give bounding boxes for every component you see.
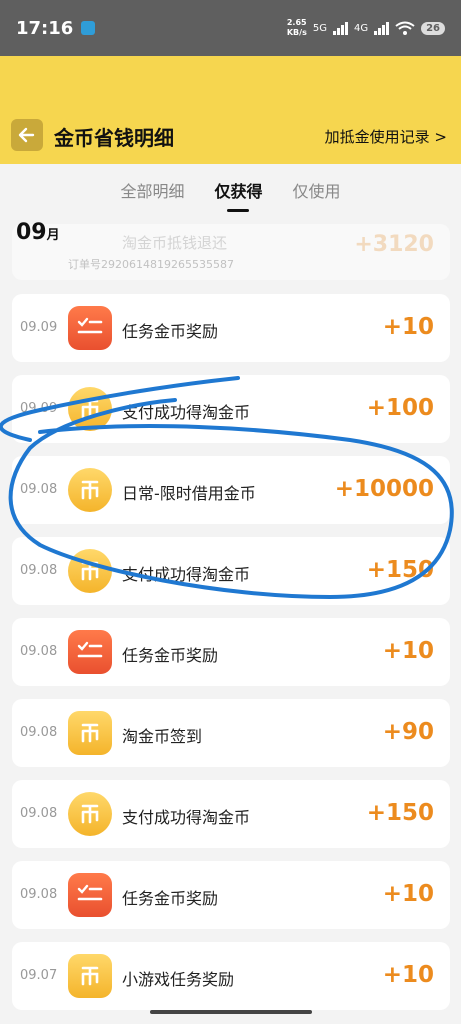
item-date: 09.08 bbox=[20, 482, 58, 497]
item-date: 09.07 bbox=[20, 968, 58, 983]
home-indicator[interactable] bbox=[150, 1010, 312, 1014]
item-date: 09.09 bbox=[20, 401, 58, 416]
item-date: 09.08 bbox=[20, 563, 58, 578]
status-right: 2.65 KB/s 5G 4G 26 bbox=[287, 18, 445, 38]
tab-bar: 全部明细 仅获得 仅使用 bbox=[0, 164, 461, 216]
app-notification-icon bbox=[81, 21, 96, 35]
coin-icon bbox=[68, 468, 112, 512]
signal-icon-2 bbox=[374, 21, 390, 35]
status-time: 17:16 bbox=[16, 17, 74, 39]
battery-indicator: 26 bbox=[421, 21, 445, 35]
header: 金币省钱明细 加抵金使用记录 > bbox=[0, 56, 461, 164]
list-item[interactable]: 09.07 小游戏任务奖励 +10 bbox=[12, 942, 450, 1010]
task-icon bbox=[68, 306, 112, 350]
net-5g-label: 5G bbox=[312, 22, 327, 34]
status-bar: 17:16 2.65 KB/s 5G 4G 26 bbox=[0, 0, 461, 56]
arrow-left-icon bbox=[18, 127, 35, 143]
list-item[interactable]: 09.08 淘金币签到 +90 bbox=[12, 699, 450, 767]
item-title: 日常-限时借用金币 bbox=[122, 484, 256, 503]
main-content: 全部明细 仅获得 仅使用 淘金币抵钱退还 订单号2920614819265535… bbox=[0, 164, 461, 1024]
usage-records-link[interactable]: 加抵金使用记录 > bbox=[325, 126, 447, 147]
coin-icon bbox=[68, 954, 112, 998]
item-amount: +10 bbox=[382, 314, 434, 340]
item-title: 支付成功得淘金币 bbox=[122, 403, 251, 422]
item-amount: +90 bbox=[382, 719, 434, 745]
back-button[interactable] bbox=[11, 119, 43, 151]
item-title: 小游戏任务奖励 bbox=[122, 970, 235, 989]
item-amount: +10000 bbox=[334, 476, 434, 502]
coin-icon bbox=[68, 792, 112, 836]
signal-icon-1 bbox=[332, 21, 348, 35]
list-item[interactable]: 09.08 任务金币奖励 +10 bbox=[12, 618, 450, 686]
item-title: 支付成功得淘金币 bbox=[122, 565, 251, 584]
tab-all[interactable]: 全部明细 bbox=[118, 178, 186, 202]
list-item[interactable]: 09.08 日常-限时借用金币 +10000 bbox=[12, 456, 450, 524]
speed-unit: KB/s bbox=[286, 28, 307, 37]
item-amount: +10 bbox=[382, 962, 434, 988]
partial-item-title: 淘金币抵钱退还 bbox=[122, 234, 228, 252]
task-icon bbox=[68, 873, 112, 917]
item-amount: +150 bbox=[366, 557, 434, 583]
item-amount: +100 bbox=[366, 395, 434, 421]
item-date: 09.08 bbox=[20, 725, 58, 740]
list-item[interactable]: 09.08 任务金币奖励 +10 bbox=[12, 861, 450, 929]
item-title: 支付成功得淘金币 bbox=[122, 808, 251, 827]
item-title: 任务金币奖励 bbox=[122, 646, 219, 665]
item-date: 09.08 bbox=[20, 644, 58, 659]
item-title: 任务金币奖励 bbox=[122, 322, 219, 341]
partial-item-subtitle: 订单号2920614819265535587 bbox=[68, 258, 234, 271]
net-4g-label: 4G bbox=[353, 22, 369, 34]
network-speed: 2.65 KB/s bbox=[287, 18, 307, 38]
item-title: 淘金币签到 bbox=[122, 727, 203, 746]
list-item[interactable]: 09.08 支付成功得淘金币 +150 bbox=[12, 537, 450, 605]
task-icon bbox=[68, 630, 112, 674]
partial-item-amount: +3120 bbox=[354, 232, 434, 257]
month-unit: 月 bbox=[46, 228, 60, 243]
tab-earned[interactable]: 仅获得 bbox=[212, 178, 264, 202]
list-item-partial[interactable]: 淘金币抵钱退还 订单号2920614819265535587 +3120 bbox=[12, 224, 450, 280]
list-item[interactable]: 09.08 支付成功得淘金币 +150 bbox=[12, 780, 450, 848]
coin-icon bbox=[68, 549, 112, 593]
item-amount: +10 bbox=[382, 638, 434, 664]
item-date: 09.08 bbox=[20, 887, 58, 902]
item-amount: +150 bbox=[366, 800, 434, 826]
item-amount: +10 bbox=[382, 881, 434, 907]
month-number: 09 bbox=[16, 220, 47, 245]
item-date: 09.09 bbox=[20, 320, 58, 335]
coin-icon bbox=[68, 711, 112, 755]
month-header: 09月 bbox=[16, 220, 60, 245]
list-item[interactable]: 09.09 支付成功得淘金币 +100 bbox=[12, 375, 450, 443]
wifi-icon bbox=[395, 21, 415, 35]
page-title: 金币省钱明细 bbox=[54, 126, 174, 150]
list-item[interactable]: 09.09 任务金币奖励 +10 bbox=[12, 294, 450, 362]
speed-value: 2.65 bbox=[286, 18, 307, 27]
coin-icon bbox=[68, 387, 112, 431]
item-title: 任务金币奖励 bbox=[122, 889, 219, 908]
item-date: 09.08 bbox=[20, 806, 58, 821]
tab-used[interactable]: 仅使用 bbox=[291, 178, 343, 202]
